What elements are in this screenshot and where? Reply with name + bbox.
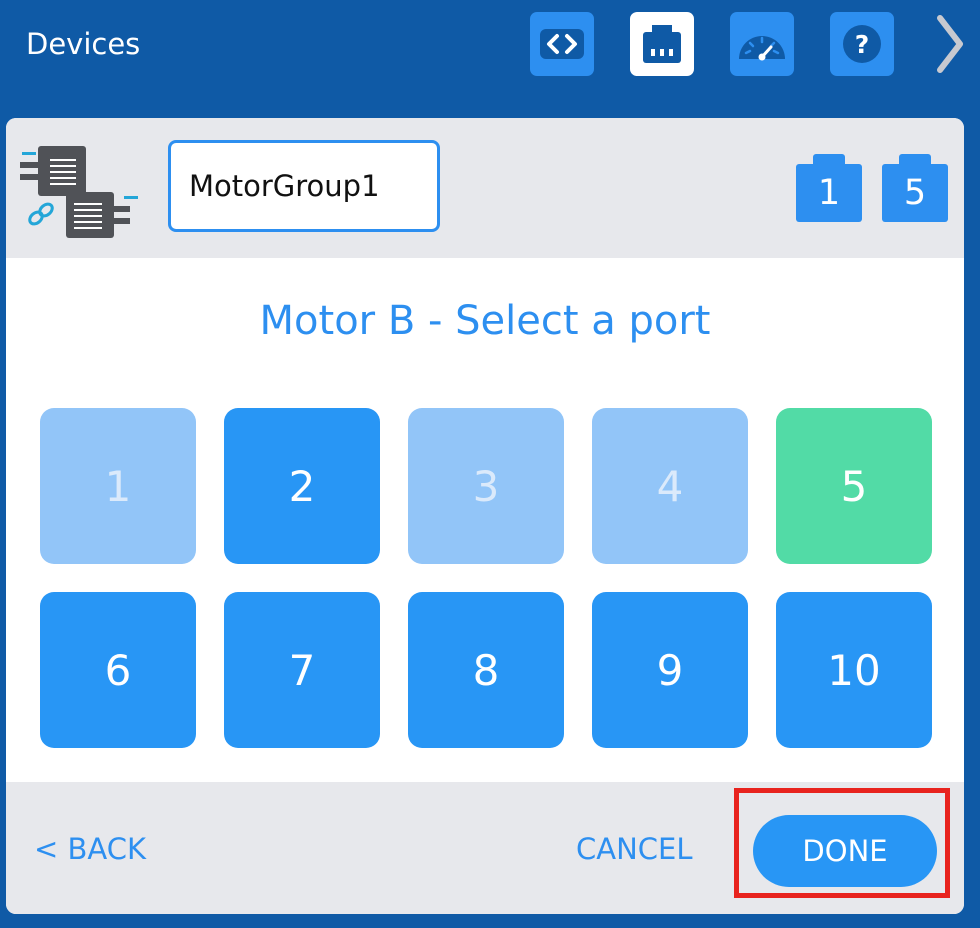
port-button-9[interactable]: 9 bbox=[592, 592, 748, 748]
port-button-1[interactable]: 1 bbox=[40, 408, 196, 564]
port-button-3[interactable]: 3 bbox=[408, 408, 564, 564]
port-button-4[interactable]: 4 bbox=[592, 408, 748, 564]
port-button-10[interactable]: 10 bbox=[776, 592, 932, 748]
help-icon: ? bbox=[843, 25, 881, 63]
port-button-5[interactable]: 5 bbox=[776, 408, 932, 564]
back-button[interactable]: < BACK bbox=[34, 832, 146, 866]
port-icon bbox=[643, 25, 681, 63]
port-button-8[interactable]: 8 bbox=[408, 592, 564, 748]
cancel-button[interactable]: CANCEL bbox=[576, 832, 693, 866]
done-button[interactable]: DONE bbox=[753, 815, 937, 887]
port-badge-label: 5 bbox=[903, 173, 927, 213]
chevron-right-icon bbox=[937, 15, 963, 73]
port-badge-2: 5 bbox=[882, 154, 948, 222]
devices-button[interactable] bbox=[630, 12, 694, 76]
device-config-panel: 1 5 Motor B - Select a port 1 2 3 4 5 6 … bbox=[6, 118, 964, 914]
dashboard-icon bbox=[739, 36, 785, 61]
port-button-7[interactable]: 7 bbox=[224, 592, 380, 748]
group-header: 1 5 bbox=[6, 118, 964, 258]
motor-group-icon bbox=[20, 146, 138, 238]
next-button[interactable] bbox=[924, 12, 974, 76]
port-button-6[interactable]: 6 bbox=[40, 592, 196, 748]
code-icon bbox=[540, 29, 584, 59]
page-title: Devices bbox=[26, 27, 141, 61]
port-badge-label: 1 bbox=[817, 173, 841, 213]
top-bar: Devices ? bbox=[0, 0, 980, 98]
dashboard-button[interactable] bbox=[730, 12, 794, 76]
done-highlight-box: DONE bbox=[734, 788, 950, 898]
svg-text:?: ? bbox=[855, 30, 870, 59]
port-button-2[interactable]: 2 bbox=[224, 408, 380, 564]
port-badge-1: 1 bbox=[796, 154, 862, 222]
dialog-footer: < BACK CANCEL DONE bbox=[6, 782, 964, 914]
port-select-heading: Motor B - Select a port bbox=[259, 298, 711, 344]
help-button[interactable]: ? bbox=[830, 12, 894, 76]
code-button[interactable] bbox=[530, 12, 594, 76]
group-name-field[interactable] bbox=[168, 140, 440, 232]
